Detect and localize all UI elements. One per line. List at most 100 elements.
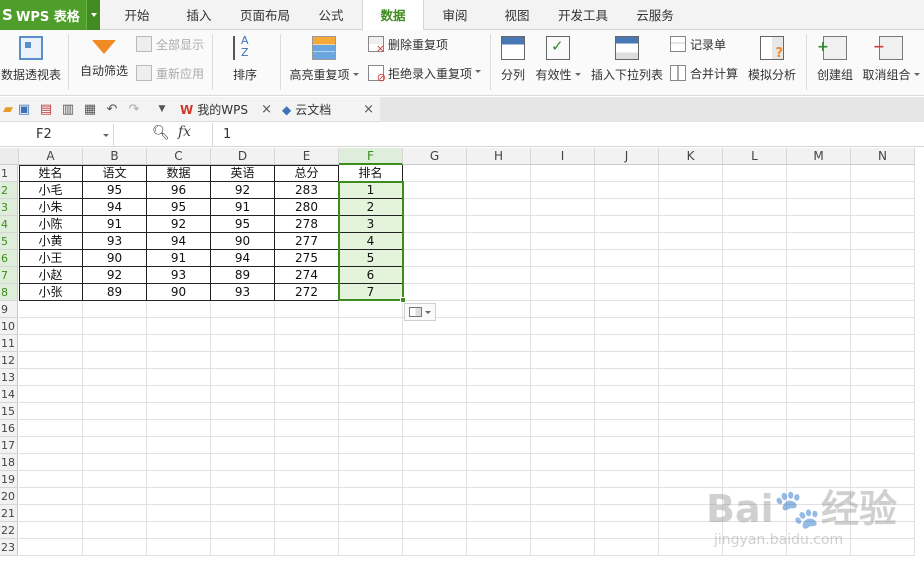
- cell[interactable]: [211, 318, 275, 335]
- auto-filter-button[interactable]: 自动筛选: [76, 30, 132, 79]
- cell[interactable]: [723, 216, 787, 233]
- table-cell[interactable]: 91: [83, 216, 147, 233]
- open-folder-icon[interactable]: ▰: [0, 102, 16, 117]
- cell[interactable]: [595, 403, 659, 420]
- record-form-button[interactable]: 记录单: [670, 34, 726, 54]
- cell[interactable]: [531, 539, 595, 556]
- cell[interactable]: [403, 352, 467, 369]
- cell[interactable]: [659, 403, 723, 420]
- column-header-f[interactable]: F: [339, 148, 403, 165]
- cell[interactable]: [595, 233, 659, 250]
- column-header-k[interactable]: K: [659, 148, 723, 165]
- cell[interactable]: [531, 284, 595, 301]
- cell[interactable]: [595, 522, 659, 539]
- table-cell[interactable]: 94: [83, 199, 147, 216]
- table-cell[interactable]: 小陈: [19, 216, 83, 233]
- cell[interactable]: [147, 488, 211, 505]
- table-cell[interactable]: 2: [339, 199, 403, 216]
- cell[interactable]: [211, 403, 275, 420]
- cell[interactable]: [851, 267, 915, 284]
- cell[interactable]: [851, 454, 915, 471]
- cell[interactable]: [531, 233, 595, 250]
- cell[interactable]: [787, 250, 851, 267]
- cell[interactable]: [659, 420, 723, 437]
- cell[interactable]: [467, 250, 531, 267]
- cell[interactable]: [467, 267, 531, 284]
- tab-data[interactable]: 数据: [362, 0, 424, 31]
- redo-icon[interactable]: ↷: [126, 102, 142, 117]
- cell[interactable]: [339, 471, 403, 488]
- cell[interactable]: [147, 420, 211, 437]
- row-header-20[interactable]: 20: [0, 488, 18, 505]
- table-cell[interactable]: 95: [211, 216, 275, 233]
- cell[interactable]: [83, 454, 147, 471]
- cell[interactable]: [467, 471, 531, 488]
- reject-duplicates-button[interactable]: 拒绝录入重复项: [368, 63, 481, 84]
- row-header-1[interactable]: 1: [0, 165, 18, 182]
- cell[interactable]: [787, 301, 851, 318]
- row-header-3[interactable]: 3: [0, 199, 18, 216]
- cell[interactable]: [467, 386, 531, 403]
- cell[interactable]: [275, 301, 339, 318]
- cell[interactable]: [595, 505, 659, 522]
- cell[interactable]: [339, 437, 403, 454]
- function-icon[interactable]: fx: [178, 124, 191, 140]
- cell[interactable]: [275, 539, 339, 556]
- table-cell[interactable]: 小黄: [19, 233, 83, 250]
- cell[interactable]: [83, 488, 147, 505]
- cell[interactable]: [211, 437, 275, 454]
- cell[interactable]: [339, 386, 403, 403]
- cell[interactable]: [83, 386, 147, 403]
- cell[interactable]: [19, 539, 83, 556]
- column-header-d[interactable]: D: [211, 148, 275, 165]
- cell[interactable]: [851, 301, 915, 318]
- cell[interactable]: [211, 352, 275, 369]
- tab-insert[interactable]: 插入: [172, 0, 226, 30]
- table-cell[interactable]: 96: [147, 182, 211, 199]
- cell[interactable]: [851, 420, 915, 437]
- split-column-button[interactable]: 分列: [496, 30, 530, 83]
- tab-developer[interactable]: 开发工具: [552, 0, 614, 30]
- table-cell[interactable]: 7: [339, 284, 403, 301]
- cell[interactable]: [211, 386, 275, 403]
- spreadsheet-grid[interactable]: A B C D E F G H I J K L M N 1 姓名 语文 数据 英语 总分 排名 2 小毛 95 96 92 283 1…: [0, 148, 924, 562]
- column-header-j[interactable]: J: [595, 148, 659, 165]
- cell[interactable]: [595, 182, 659, 199]
- cell[interactable]: [339, 488, 403, 505]
- row-header-2[interactable]: 2: [0, 182, 18, 199]
- show-all-button[interactable]: 全部显示: [136, 34, 204, 54]
- cell[interactable]: [83, 301, 147, 318]
- cell[interactable]: [851, 233, 915, 250]
- cell[interactable]: [531, 471, 595, 488]
- cell[interactable]: [147, 437, 211, 454]
- cell[interactable]: [275, 488, 339, 505]
- cell[interactable]: [595, 250, 659, 267]
- cell[interactable]: [19, 386, 83, 403]
- create-group-button[interactable]: 创建组: [812, 30, 858, 83]
- cell[interactable]: [659, 216, 723, 233]
- row-header-13[interactable]: 13: [0, 369, 18, 386]
- cell[interactable]: [275, 403, 339, 420]
- cell[interactable]: [851, 369, 915, 386]
- cell[interactable]: [339, 403, 403, 420]
- cell[interactable]: [83, 471, 147, 488]
- tab-cloud[interactable]: 云服务: [624, 0, 686, 30]
- cell[interactable]: [531, 369, 595, 386]
- save-icon[interactable]: ▣: [16, 102, 32, 117]
- table-cell[interactable]: 92: [211, 182, 275, 199]
- cell[interactable]: [211, 420, 275, 437]
- cell[interactable]: [723, 301, 787, 318]
- cell[interactable]: [851, 284, 915, 301]
- cell[interactable]: [467, 437, 531, 454]
- chevron-down-icon[interactable]: [86, 0, 100, 30]
- cell[interactable]: [403, 250, 467, 267]
- cell[interactable]: [403, 420, 467, 437]
- cell[interactable]: [467, 301, 531, 318]
- table-cell[interactable]: 95: [83, 182, 147, 199]
- cell[interactable]: [659, 301, 723, 318]
- cell[interactable]: [851, 182, 915, 199]
- cell[interactable]: [19, 471, 83, 488]
- cell[interactable]: [403, 284, 467, 301]
- column-header-l[interactable]: L: [723, 148, 787, 165]
- cell[interactable]: [851, 335, 915, 352]
